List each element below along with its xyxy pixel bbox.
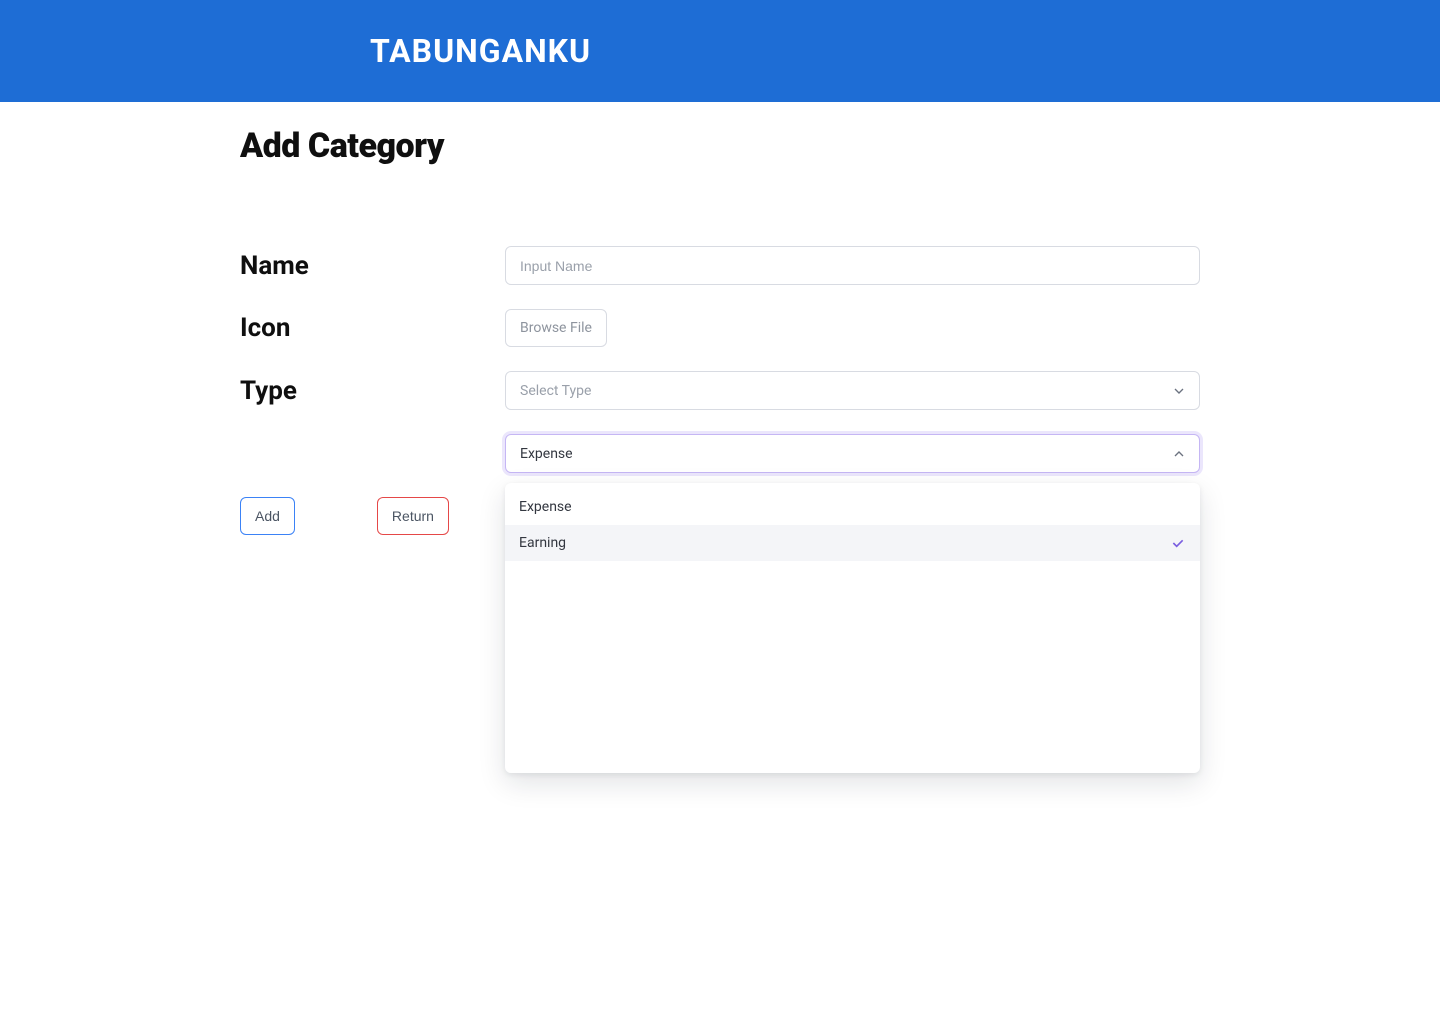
check-icon <box>1170 535 1186 551</box>
type-control: Select Type <box>505 371 1200 410</box>
header-inner: TABUNGANKU <box>240 32 1200 70</box>
type-select-wrapper: Select Type <box>505 371 1200 410</box>
dropdown-option-expense-label: Expense <box>519 499 572 515</box>
icon-label: Icon <box>240 313 505 343</box>
dropdown-area: Expense Expense Earning <box>505 434 1200 473</box>
type-label: Type <box>240 376 505 406</box>
type-open-selected: Expense <box>520 446 573 462</box>
type-select-placeholder: Select Type <box>520 383 591 399</box>
icon-control: Browse File <box>505 309 1200 347</box>
type-select[interactable]: Select Type <box>505 371 1200 410</box>
browse-file-button[interactable]: Browse File <box>505 309 607 347</box>
return-button[interactable]: Return <box>377 497 449 535</box>
main-container: Add Category Name Icon Browse File Type … <box>240 102 1200 575</box>
name-input[interactable] <box>505 246 1200 285</box>
form-row-type-dropdown: Expense Expense Earning <box>240 434 1200 473</box>
dropdown-spacer <box>240 434 505 473</box>
chevron-up-icon <box>1171 446 1187 462</box>
type-open-select[interactable]: Expense <box>505 434 1200 473</box>
dropdown-option-expense[interactable]: Expense <box>505 489 1200 525</box>
type-open-select-wrapper: Expense Expense Earning <box>505 434 1200 473</box>
chevron-down-icon <box>1171 383 1187 399</box>
page-title: Add Category <box>240 126 1200 166</box>
name-label: Name <box>240 251 505 281</box>
app-title: TABUNGANKU <box>370 32 1200 70</box>
add-button[interactable]: Add <box>240 497 295 535</box>
type-dropdown-panel: Expense Earning <box>505 483 1200 773</box>
form-row-icon: Icon Browse File <box>240 309 1200 347</box>
form-row-name: Name <box>240 246 1200 285</box>
form-row-type: Type Select Type <box>240 371 1200 410</box>
dropdown-option-earning-label: Earning <box>519 535 566 551</box>
name-control <box>505 246 1200 285</box>
dropdown-option-earning[interactable]: Earning <box>505 525 1200 561</box>
app-header: TABUNGANKU <box>0 0 1440 102</box>
